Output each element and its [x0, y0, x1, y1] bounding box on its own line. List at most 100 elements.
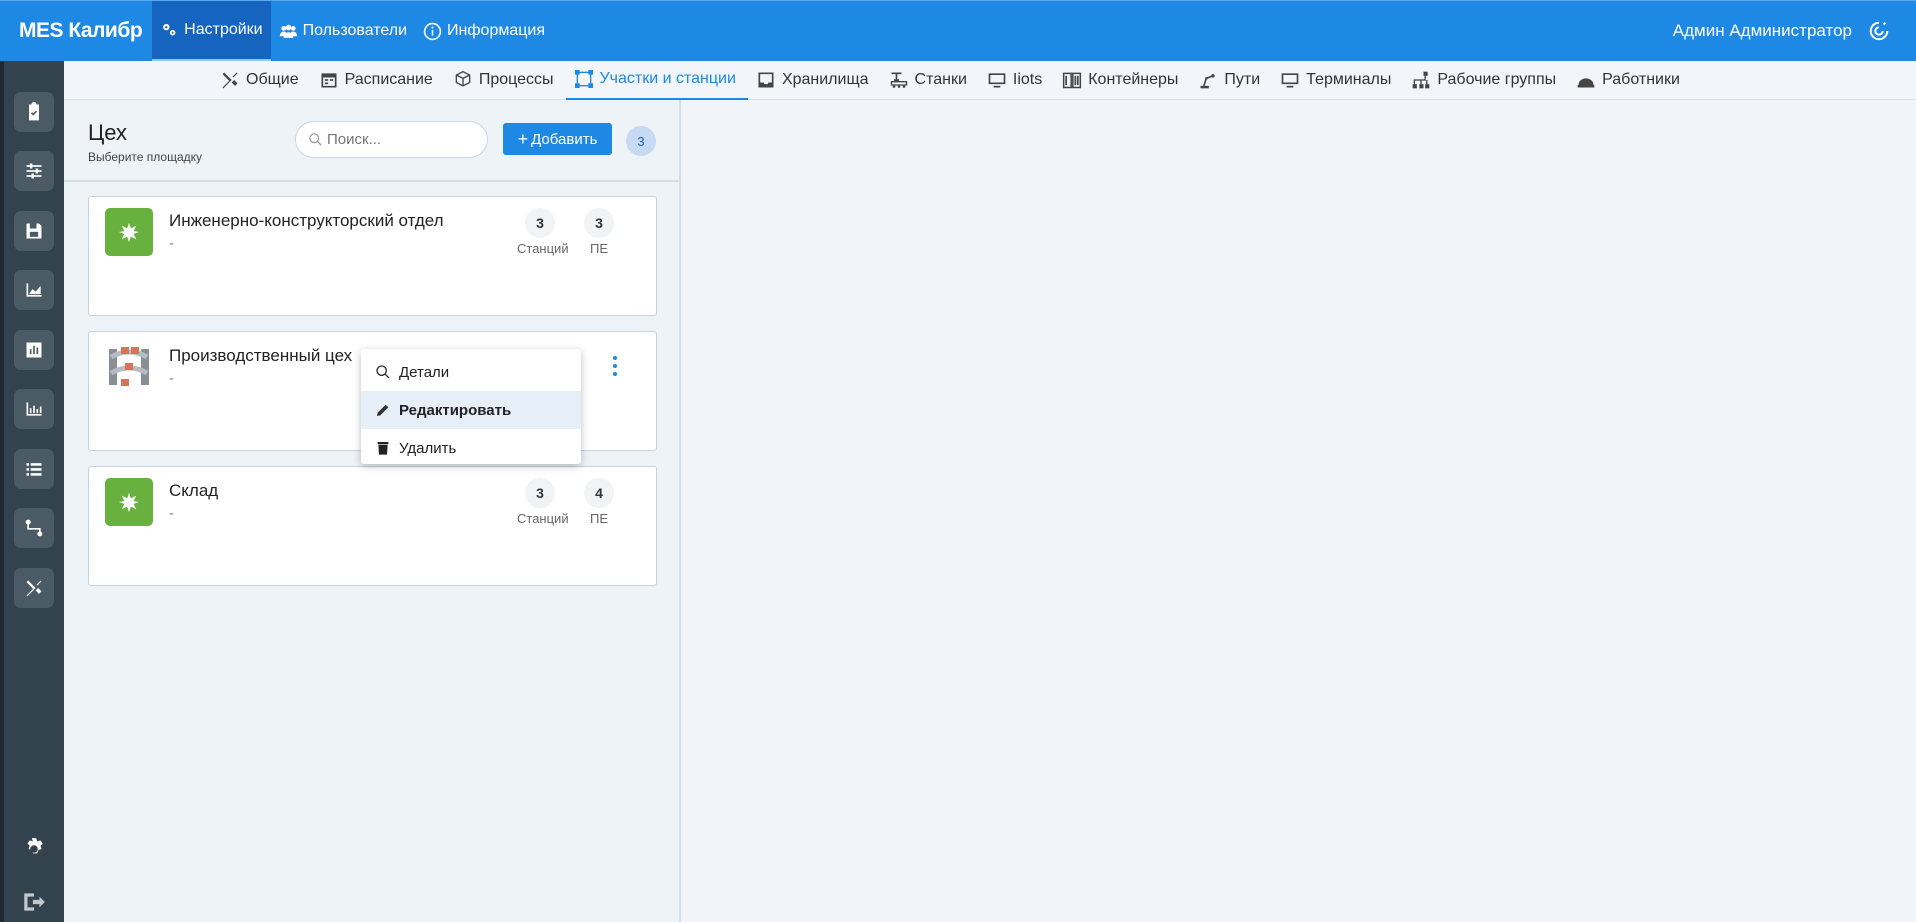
sidebar-filters-button[interactable]	[14, 151, 54, 191]
area-chart-icon	[26, 283, 42, 297]
starburst-icon	[118, 492, 140, 513]
topnav-settings[interactable]: Настройки	[152, 0, 271, 62]
user-name[interactable]: Админ Администратор	[1673, 21, 1852, 41]
pe-count: 3	[584, 208, 614, 238]
subnav-storages[interactable]: Хранилища	[748, 61, 881, 100]
area-title: Инженерно-конструкторский отдел	[169, 211, 444, 230]
panel-divider	[64, 180, 679, 182]
subnav-general[interactable]: Общие	[212, 61, 311, 100]
sidebar-tools-button[interactable]	[14, 568, 54, 608]
subnav-work-groups[interactable]: Рабочие группы	[1403, 61, 1568, 100]
sidebar-settings-button[interactable]	[20, 835, 48, 863]
subnav-terminals[interactable]: Терминалы	[1272, 61, 1403, 100]
tools-icon	[26, 580, 42, 597]
stations-count: 3	[525, 478, 555, 508]
subnav-terminals-label: Терминалы	[1306, 71, 1392, 88]
sidebar-logout-button[interactable]	[20, 888, 48, 916]
inbox-icon	[758, 72, 774, 88]
subnav-storages-label: Хранилища	[781, 71, 869, 88]
menu-item-delete-label: Удалить	[399, 439, 457, 457]
subnav-areas-stations-label: Участки и станции	[599, 70, 736, 87]
sidebar-routes-button[interactable]	[14, 508, 54, 548]
stations-count: 3	[525, 208, 555, 238]
subnav-containers[interactable]: Контейнеры	[1054, 61, 1190, 100]
hard-hat-icon	[1577, 78, 1595, 88]
conveyor-image	[105, 343, 153, 391]
bar-chart-icon	[26, 342, 42, 358]
more-options-icon[interactable]	[610, 356, 620, 376]
terminal-icon	[1281, 73, 1299, 88]
topnav-users-label: Пользователи	[302, 22, 408, 39]
search-box[interactable]	[295, 121, 488, 158]
app-brand[interactable]: MES Калибр	[0, 19, 152, 43]
subnav-schedule-label: Расписание	[344, 71, 433, 88]
subnav-schedule[interactable]: Расписание	[311, 61, 445, 100]
topnav-settings-label: Настройки	[184, 20, 263, 38]
sitemap-icon	[1413, 71, 1430, 89]
subnav-areas-stations[interactable]: Участки и станции	[565, 61, 748, 100]
area-title: Производственный цех	[169, 346, 353, 365]
area-description: -	[169, 370, 174, 387]
vector-square-icon	[574, 70, 593, 88]
area-card[interactable]: Инженерно-конструкторский отдел - 3 Стан…	[88, 196, 657, 316]
menu-item-delete[interactable]: Удалить	[361, 429, 581, 467]
subnav-processes[interactable]: Процессы	[445, 61, 566, 100]
starburst-icon	[118, 222, 140, 243]
areas-panel: Цех Выберите площадку + Добавить 3 Инжен…	[64, 100, 681, 922]
area-description: -	[169, 235, 174, 252]
logo-swirl-icon[interactable]	[1868, 20, 1890, 42]
subnav-routes[interactable]: Пути	[1190, 61, 1272, 100]
sliders-icon	[26, 163, 42, 179]
area-icon	[105, 208, 153, 256]
calendar-icon	[321, 73, 337, 88]
pencil-icon	[377, 404, 389, 416]
count-badge: 3	[626, 126, 656, 156]
topnav-info[interactable]: Информация	[415, 1, 553, 62]
stations-label: Станций	[517, 241, 569, 256]
pe-stat: 3 ПЕ	[576, 208, 622, 256]
stations-label: Станций	[517, 511, 569, 526]
sidebar-storage-button[interactable]	[14, 211, 54, 251]
subnav-general-label: Общие	[246, 71, 299, 88]
machine-icon	[890, 72, 907, 88]
page-subtitle: Выберите площадку	[88, 150, 203, 164]
top-bar: MES Калибр Настройки Пользователи Информ…	[0, 0, 1916, 62]
sidebar-list-button[interactable]	[14, 449, 54, 489]
sidebar-tasks-button[interactable]	[14, 92, 54, 132]
pe-count: 4	[584, 478, 614, 508]
add-button[interactable]: + Добавить	[503, 123, 612, 155]
menu-item-details[interactable]: Детали	[361, 353, 581, 391]
area-card[interactable]: Склад - 3 Станций 4 ПЕ	[88, 466, 657, 586]
sidebar-analytics-button[interactable]	[14, 389, 54, 429]
sidebar	[0, 61, 64, 922]
tools-icon	[222, 72, 238, 89]
pe-label: ПЕ	[589, 241, 608, 256]
stations-stat: 3 Станций	[517, 208, 569, 256]
topnav-users[interactable]: Пользователи	[271, 1, 415, 62]
info-icon	[423, 22, 442, 40]
sidebar-reports-button[interactable]	[14, 330, 54, 370]
add-button-label: Добавить	[531, 130, 598, 148]
route-icon	[25, 519, 43, 537]
area-icon	[105, 478, 153, 526]
pe-label: ПЕ	[589, 511, 608, 526]
subnav-workers[interactable]: Работники	[1568, 61, 1692, 100]
pe-stat: 4 ПЕ	[576, 478, 622, 526]
area-title: Склад	[169, 481, 219, 500]
subnav-containers-label: Контейнеры	[1088, 71, 1179, 88]
subnav-machines[interactable]: Станки	[881, 61, 979, 100]
search-icon	[309, 133, 322, 146]
search-input[interactable]	[327, 131, 477, 148]
subnav-iiots[interactable]: Iiots	[979, 61, 1054, 100]
monitor-icon	[988, 73, 1006, 88]
sidebar-production-button[interactable]	[14, 270, 54, 310]
subnav-processes-label: Процессы	[478, 71, 554, 88]
line-chart-icon	[26, 402, 42, 416]
subnav-work-groups-label: Рабочие группы	[1437, 71, 1557, 88]
cubes-icon	[455, 70, 471, 87]
menu-item-edit-label: Редактировать	[399, 401, 512, 419]
clipboard-check-icon	[29, 102, 39, 121]
conveyor-icon	[109, 347, 149, 386]
menu-item-edit[interactable]: Редактировать	[361, 391, 581, 429]
save-icon	[26, 223, 42, 239]
